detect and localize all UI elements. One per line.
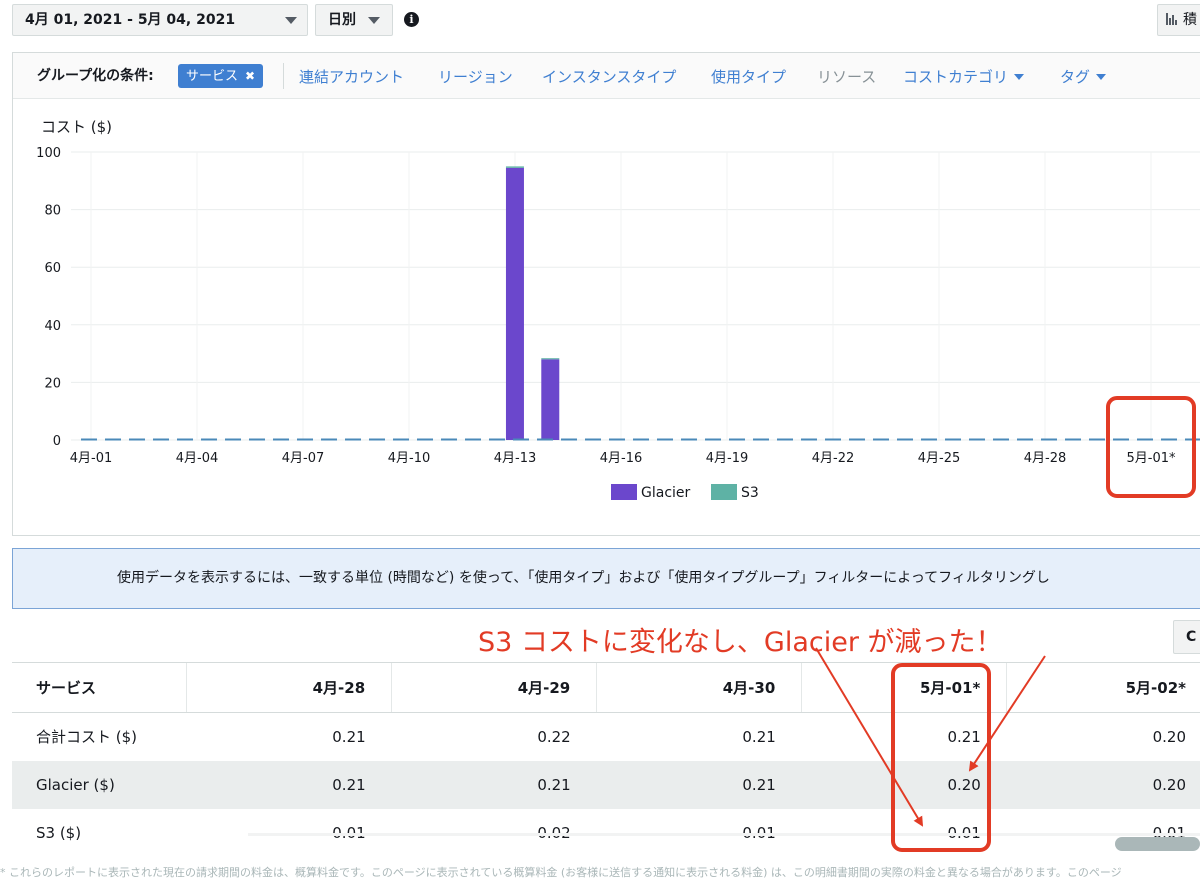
x-tick-label: 4月-25 [918,451,961,466]
legend-swatch-s3 [711,484,737,500]
table-cell: 0.21 [947,727,981,746]
granularity-value: 日別 [328,12,356,28]
x-tick-label: 4月-22 [812,451,855,466]
x-tick-label: 4月-04 [176,451,219,466]
x-tick-label: 4月-16 [600,451,643,466]
legend-swatch-glacier [611,484,637,500]
y-tick-label: 0 [53,434,61,449]
table-cell: 0.20 [801,760,1007,809]
chevron-down-icon [1014,74,1025,80]
chart-panel: グループ化の条件: サービス ✖ 連結アカウント リージョン インスタンスタイプ … [12,52,1200,536]
group-by-tag[interactable]: タグ [1060,66,1107,87]
date-range-select[interactable]: 4月 01, 2021 - 5月 04, 2021 [12,4,308,36]
chip-label: サービス [186,69,239,84]
table-cell: 0.21 [596,760,802,809]
y-tick-label: 60 [44,261,61,276]
row-label: Glacier ($) [12,760,187,809]
row-label: 合計コスト ($) [36,728,138,747]
info-banner: 使用データを表示するには、一致する単位 (時間など) を使って、「使用タイプ」お… [12,548,1200,609]
x-tick-label: 5月-01* [1126,451,1176,466]
cost-chart: コスト ($) 0 20 40 60 80 100 4月-01 4月-04 4月-07 4月-10 4… [36,118,1200,501]
chevron-down-icon [368,17,380,24]
row-label: S3 ($) [36,823,82,842]
column-header[interactable]: 4月-28 [186,662,392,713]
close-icon[interactable]: ✖ [245,69,255,83]
column-header[interactable]: 4月-30 [596,662,802,713]
group-by-resource: リソース [817,66,876,87]
table-cell: 0.22 [537,727,571,746]
option-label: コストカテゴリ [903,68,1009,86]
horizontal-scrollbar-track[interactable] [248,833,1200,836]
column-header-service[interactable]: サービス [12,662,187,713]
x-tick-label: 4月-10 [388,451,431,466]
group-by-service-chip[interactable]: サービス ✖ [178,64,264,88]
table-cell: 0.21 [391,760,597,809]
annotation-text: S3 コストに変化なし、Glacier が減った！ [478,627,1003,658]
option-label: リソース [817,68,877,86]
x-tick-label: 4月-28 [1024,451,1067,466]
date-range-value: 4月 01, 2021 - 5月 04, 2021 [25,12,236,28]
group-by-instance-type[interactable]: インスタンスタイプ [542,66,676,87]
bar-s3 [505,166,524,168]
table-cell: 0.20 [1152,727,1186,746]
group-by-bar: グループ化の条件: サービス ✖ 連結アカウント リージョン インスタンスタイプ … [13,53,1200,99]
x-tick-label: 4月-19 [706,451,749,466]
chart-type-label: 積 [1183,12,1197,28]
bar-s3 [541,358,560,360]
group-by-linked-account[interactable]: 連結アカウント [299,66,404,87]
bar-glacier [541,359,560,440]
toolbar: 4月 01, 2021 - 5月 04, 2021 日別 i 積 [0,0,1200,44]
granularity-select[interactable]: 日別 [315,4,393,36]
group-by-cost-category[interactable]: コストカテゴリ [903,66,1025,87]
x-tick-label: 4月-13 [494,451,537,466]
option-label: リージョン [438,68,513,86]
y-tick-label: 40 [44,319,61,334]
y-axis-label: コスト ($) [41,118,112,136]
table-header-row: サービス 4月-28 4月-29 4月-30 5月-01* 5月-02* [12,662,1200,713]
chevron-down-icon [285,17,297,24]
legend-label-s3: S3 [741,485,759,501]
bar-glacier [505,167,524,440]
option-label: 連結アカウント [299,68,405,86]
table-cell: 0.21 [332,727,366,746]
table-cell: 0.20 [1006,760,1200,809]
chart-type-button[interactable]: 積 [1157,4,1200,36]
y-tick-label: 80 [44,204,61,219]
group-by-usage-type[interactable]: 使用タイプ [711,66,786,87]
cost-table: サービス 4月-28 4月-29 4月-30 5月-01* 5月-02* 合計コ… [12,662,1200,857]
table-cell: 0.21 [186,760,392,809]
option-label: タグ [1060,68,1091,86]
x-tick-label: 4月-01 [70,451,113,466]
table-cell: 0.21 [742,727,776,746]
bar-chart-icon [1166,13,1179,25]
table-row: 合計コスト ($) 0.21 0.22 0.21 0.21 0.20 [12,713,1200,761]
info-banner-text: 使用データを表示するには、一致する単位 (時間など) を使って、「使用タイプ」お… [117,570,1050,586]
y-tick-label: 100 [36,146,61,161]
chevron-down-icon [1096,74,1107,80]
table-row: Glacier ($) 0.21 0.21 0.21 0.20 0.20 [12,760,1200,809]
option-label: 使用タイプ [711,68,787,86]
group-by-region[interactable]: リージョン [438,66,513,87]
group-by-label: グループ化の条件: [37,68,154,84]
horizontal-scrollbar-thumb[interactable] [1115,837,1200,851]
option-label: インスタンスタイプ [542,68,677,86]
column-header[interactable]: 4月-29 [391,662,597,713]
info-icon[interactable]: i [404,12,419,27]
download-csv-button[interactable]: C [1173,620,1200,654]
column-header[interactable]: 5月-02* [1006,662,1200,713]
x-tick-label: 4月-07 [282,451,325,466]
divider [283,63,284,89]
y-tick-label: 20 [44,376,61,391]
column-header[interactable]: 5月-01* [801,662,1007,713]
footnote: * これらのレポートに表示された現在の請求期間の料金は、概算料金です。このページ… [0,866,1122,879]
legend-label-glacier: Glacier [641,485,691,501]
